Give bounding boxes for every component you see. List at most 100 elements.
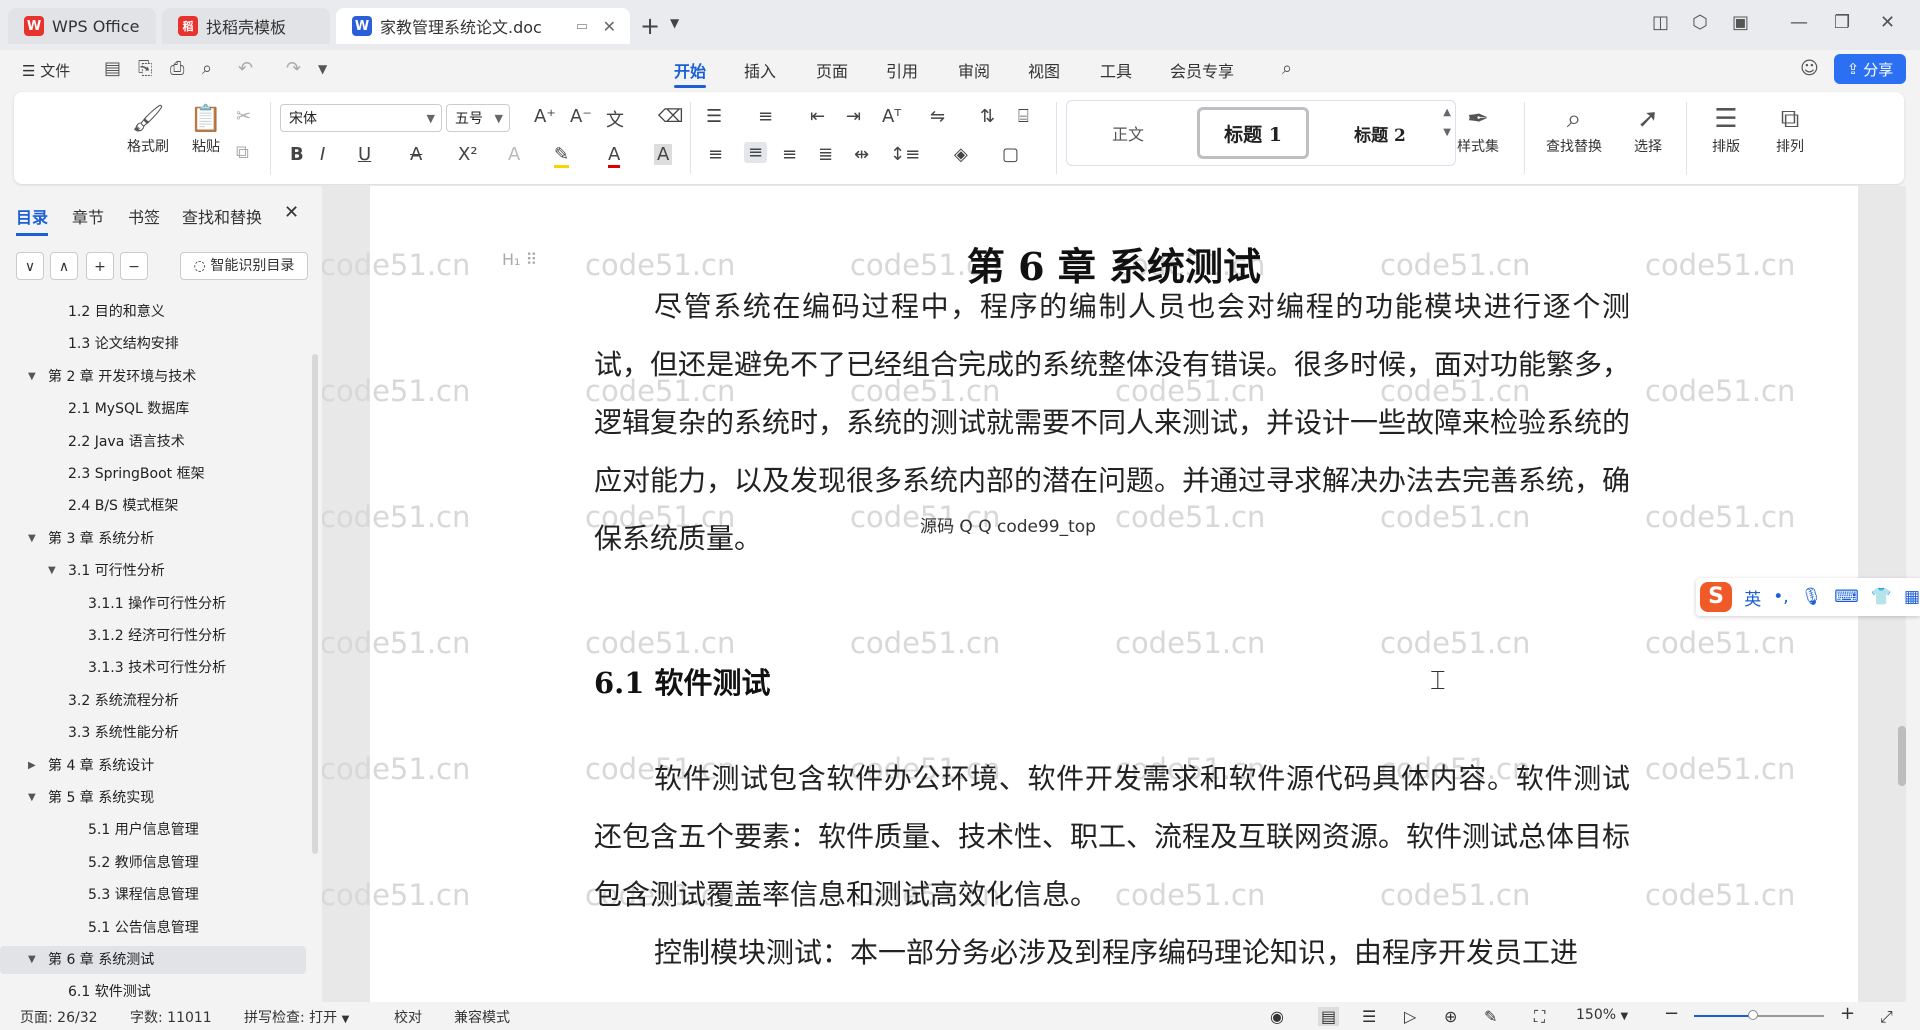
new-tab-button[interactable]: + <box>640 12 660 40</box>
toc-item[interactable]: ▼ 第 2 章 开发环境与技术 <box>0 363 306 391</box>
justify-icon[interactable]: ≣ <box>818 144 833 165</box>
word-count[interactable]: 字数: 11011 <box>130 1007 212 1027</box>
proofread-button[interactable]: 校对 <box>394 1007 422 1027</box>
tab-insert[interactable]: 插入 <box>744 58 776 82</box>
toc-item[interactable]: 5.1 公告信息管理 <box>0 914 306 942</box>
zoom-in-icon[interactable]: + <box>1840 1003 1855 1024</box>
caret-right-icon[interactable]: ▶ <box>28 752 36 780</box>
spell-check-toggle[interactable]: 拼写检查: 打开 ▼ <box>244 1007 349 1027</box>
toc-item[interactable]: ▶ 第 4 章 系统设计 <box>0 752 306 780</box>
superscript-icon[interactable]: X² <box>458 144 478 165</box>
keyboard-icon[interactable]: ⌨ <box>1834 587 1859 607</box>
chat-icon[interactable]: ☺ <box>1800 58 1819 79</box>
toc-item[interactable]: 3.1.2 经济可行性分析 <box>0 622 306 650</box>
collapse-all-button[interactable]: ∨ <box>16 252 44 280</box>
close-tab-icon[interactable]: ✕ <box>603 17 616 36</box>
toc-item[interactable]: 2.4 B/S 模式框架 <box>0 492 306 520</box>
toc-item[interactable]: 5.1 用户信息管理 <box>0 816 306 844</box>
avatar[interactable]: ▣ <box>1732 12 1749 33</box>
tab-document[interactable]: W 家教管理系统论文.doc ▭ ✕ <box>336 8 630 44</box>
chevron-down-icon[interactable]: ▼ <box>318 62 327 76</box>
arrange-button[interactable]: ⧉ 排列 <box>1762 104 1818 156</box>
zoom-slider-handle[interactable] <box>1747 1010 1758 1020</box>
print-icon[interactable]: ⎙ <box>170 58 184 79</box>
share-button[interactable]: ⇪ 分享 <box>1834 54 1906 84</box>
close-icon[interactable]: ✕ <box>284 202 299 223</box>
layout-button[interactable]: ☰ 排版 <box>1698 104 1754 156</box>
text-effect-icon[interactable]: A <box>508 144 520 165</box>
style-set-button[interactable]: ✒ 样式集 <box>1442 104 1514 156</box>
nav-tab-chapters[interactable]: 章节 <box>72 204 104 228</box>
file-menu[interactable]: ☰ 文件 <box>22 60 70 81</box>
page-indicator[interactable]: 页面: 26/32 <box>20 1007 98 1027</box>
align-right-icon[interactable]: ≡ <box>782 144 797 165</box>
expand-up-button[interactable]: ∧ <box>50 252 78 280</box>
sort-az-icon[interactable]: ⇅ <box>980 106 995 127</box>
document-scrollbar[interactable] <box>1898 726 1906 786</box>
toc-item[interactable]: 1.2 目的和意义 <box>0 298 306 326</box>
align-left-icon[interactable]: ≡ <box>708 144 723 165</box>
toc-item[interactable]: ▼ 第 6 章 系统测试 <box>0 946 306 974</box>
style-heading-1[interactable]: 标题 1 <box>1197 107 1309 159</box>
toc-item[interactable]: 3.2 系统流程分析 <box>0 687 306 715</box>
underline-icon[interactable]: U <box>358 144 371 165</box>
font-color-icon[interactable]: A <box>608 144 621 168</box>
grid-icon[interactable]: ▦ <box>1904 587 1920 607</box>
font-size-select[interactable]: 五号 ▼ <box>446 104 510 132</box>
tab-references[interactable]: 引用 <box>886 58 918 82</box>
numbered-list-icon[interactable]: ≡ <box>758 106 773 127</box>
export-icon[interactable]: ⎘ <box>138 58 152 79</box>
chevron-down-icon[interactable]: ▼ <box>670 16 679 30</box>
undo-icon[interactable]: ↶ <box>238 58 253 79</box>
nav-tab-bookmarks[interactable]: 书签 <box>128 204 160 228</box>
shading-icon[interactable]: ◈ <box>954 144 968 165</box>
window-icon[interactable]: ▭ <box>576 19 588 34</box>
align-center-icon[interactable]: ≡ <box>744 142 768 163</box>
tab-home[interactable]: 开始 <box>674 58 707 88</box>
add-heading-button[interactable]: + <box>86 252 114 280</box>
document-page[interactable]: code51.cn code51.cn code51.cn code51.cn code… <box>322 186 1858 1002</box>
paste-button[interactable]: 📋 粘贴 <box>178 104 234 156</box>
tab-page[interactable]: 页面 <box>816 58 848 82</box>
web-view-icon[interactable]: ⊕ <box>1444 1007 1457 1026</box>
tab-tools[interactable]: 工具 <box>1100 58 1132 82</box>
layout-icon[interactable]: ◫ <box>1652 12 1669 33</box>
grow-font-icon[interactable]: A⁺ <box>534 106 556 127</box>
fit-page-icon[interactable]: ⛶ <box>1534 1007 1545 1027</box>
show-marks-icon[interactable]: ⌸ <box>1018 106 1029 127</box>
toc-item[interactable]: ▼ 第 5 章 系统实现 <box>0 784 306 812</box>
save-icon[interactable]: ▤ <box>104 58 121 79</box>
font-name-select[interactable]: 宋体 ▼ <box>280 104 442 132</box>
text-direction-icon[interactable]: Aᵀ <box>882 106 901 127</box>
toc-item[interactable]: 3.3 系统性能分析 <box>0 719 306 747</box>
toc-item[interactable]: 6.1 软件测试 <box>0 978 306 1002</box>
minimize-icon[interactable]: — <box>1790 12 1808 33</box>
tab-member[interactable]: 会员专享 <box>1170 58 1234 82</box>
caret-down-icon[interactable]: ▼ <box>28 525 36 553</box>
toc-item[interactable]: 3.1.1 操作可行性分析 <box>0 590 306 618</box>
bold-icon[interactable]: B <box>290 144 304 165</box>
redo-icon[interactable]: ↷ <box>286 58 301 79</box>
toc-item[interactable]: 2.3 SpringBoot 框架 <box>0 460 306 488</box>
distributed-icon[interactable]: ⇹ <box>854 144 869 165</box>
sogou-logo-icon[interactable]: S <box>1700 582 1733 612</box>
pen-icon[interactable]: ✎ <box>1484 1007 1497 1026</box>
toc-item[interactable]: 5.3 课程信息管理 <box>0 881 306 909</box>
select-button[interactable]: ➚ 选择 <box>1620 104 1676 156</box>
style-normal[interactable]: 正文 <box>1073 107 1183 159</box>
fullscreen-icon[interactable]: ⤢ <box>1880 1007 1893 1027</box>
ime-mode[interactable]: 英 <box>1744 585 1761 610</box>
tab-docer-templates[interactable]: 稻 找稻壳模板 <box>162 8 330 44</box>
phonetic-guide-icon[interactable]: 文 <box>606 106 624 132</box>
toc-item[interactable]: ▼ 第 3 章 系统分析 <box>0 525 306 553</box>
ime-punctuation[interactable]: •, <box>1773 587 1788 607</box>
toc-item[interactable]: 5.2 教师信息管理 <box>0 849 306 877</box>
find-replace-button[interactable]: ⌕ 查找替换 <box>1534 104 1614 156</box>
cut-icon[interactable]: ✂ <box>236 106 251 127</box>
decrease-indent-icon[interactable]: ⇤ <box>810 106 825 127</box>
sort-icon[interactable]: ⇋ <box>930 106 945 127</box>
borders-icon[interactable]: ▢ <box>1002 144 1019 165</box>
remove-heading-button[interactable]: − <box>120 252 148 280</box>
toc-item[interactable]: 3.1.3 技术可行性分析 <box>0 654 306 682</box>
nav-scrollbar[interactable] <box>312 354 318 854</box>
